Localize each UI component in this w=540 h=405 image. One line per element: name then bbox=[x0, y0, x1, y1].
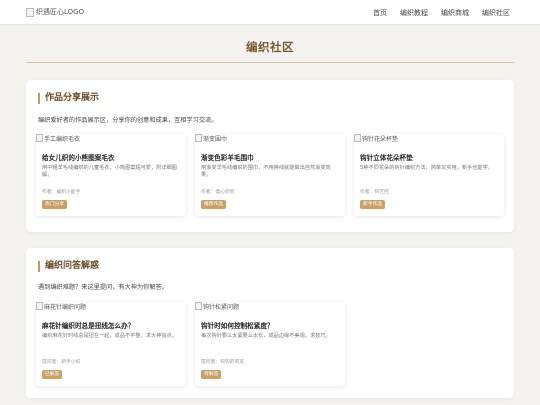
image-alt-text: 麻花针编织问题 bbox=[44, 304, 87, 311]
image-alt-text: 钩针松紧问题 bbox=[203, 304, 240, 311]
card-image: 麻花针编织问题 bbox=[36, 302, 86, 311]
card-title[interactable]: 渐变色彩羊毛围巾 bbox=[201, 152, 254, 162]
card-tag[interactable]: 新手作品 bbox=[360, 200, 386, 209]
site-header: 织遇匠心LOGO 首页 编织教程 编织商城 编织社区 bbox=[0, 0, 540, 25]
work-card[interactable]: 钩针花朵杯垫 钩针立体花朵杯垫 5种不同花朵的钩针编织方法，简单又实用，新手也能… bbox=[354, 134, 504, 216]
card-description: 编织麻花针时线总是扭在一起，成品不平整，求大神指点。 bbox=[42, 333, 177, 339]
card-description: 用渐变羊毛线编织的围巾，不用换线就能做出自然渐变效果。 bbox=[201, 165, 331, 179]
card-author: 作者：慢心织织 bbox=[201, 190, 235, 195]
page-hero: 编织社区 bbox=[0, 25, 540, 67]
work-card[interactable]: 手工编织毛衣 给女儿织的小熊图案毛衣 用中粗羊毛线编织的儿童毛衣，小熊图案超可爱… bbox=[36, 134, 186, 216]
card-tag[interactable]: 推荐作品 bbox=[201, 200, 227, 209]
nav-shop[interactable]: 编织商城 bbox=[441, 8, 469, 18]
card-description: 每次钩针要么太紧要么太松，成品边缘不美观，求技巧。 bbox=[201, 333, 331, 339]
card-title[interactable]: 给女儿织的小熊图案毛衣 bbox=[42, 152, 115, 162]
image-alt-text: 钩针花朵杯垫 bbox=[362, 136, 399, 143]
question-card[interactable]: 麻花针编织问题 麻花针编织时总是扭线怎么办？ 编织麻花针时线总是扭在一起，成品不… bbox=[36, 302, 186, 386]
card-image: 钩针松紧问题 bbox=[195, 302, 239, 311]
card-author: 作者：编织小能手 bbox=[42, 190, 81, 195]
work-card[interactable]: 渐变围巾 渐变色彩羊毛围巾 用渐变羊毛线编织的围巾，不用换线就能做出自然渐变效果… bbox=[195, 134, 345, 216]
section-description: 遇到编织难题？来这里提问，有大神为你解答。 bbox=[38, 284, 168, 291]
nav-community[interactable]: 编织社区 bbox=[482, 8, 510, 18]
logo-alt-text: 织遇匠心LOGO bbox=[36, 8, 85, 16]
card-title[interactable]: 麻花针编织时总是扭线怎么办？ bbox=[42, 320, 134, 330]
card-description: 5种不同花朵的钩针编织方法，简单又实用，新手也能学。 bbox=[360, 165, 493, 171]
section-title: 作品分享展示 bbox=[38, 93, 99, 104]
nav-home[interactable]: 首页 bbox=[373, 8, 387, 18]
card-tag[interactable]: 热门分享 bbox=[42, 200, 68, 209]
card-image: 钩针花朵杯垫 bbox=[354, 134, 398, 143]
broken-image-icon bbox=[36, 302, 43, 310]
section-title: 编织问答解惑 bbox=[38, 261, 99, 272]
nav-tutorials[interactable]: 编织教程 bbox=[400, 8, 428, 18]
section-description: 编织爱好者的作品展示区，分享你的创意和成果，互相学习交流。 bbox=[38, 117, 218, 124]
card-tag[interactable]: 已解答 bbox=[42, 370, 63, 379]
page-title: 编织社区 bbox=[246, 40, 294, 54]
card-title[interactable]: 钩针立体花朵杯垫 bbox=[360, 152, 413, 162]
card-description: 用中粗羊毛线编织的儿童毛衣，小熊图案超可爱，附详细图解。 bbox=[42, 165, 177, 179]
image-alt-text: 手工编织毛衣 bbox=[44, 136, 81, 143]
broken-image-icon bbox=[26, 7, 34, 17]
qa-section: 编织问答解惑 遇到编织难题？来这里提问，有大神为你解答。 麻花针编织问题 麻花针… bbox=[26, 248, 514, 398]
showcase-section: 作品分享展示 编织爱好者的作品展示区，分享你的创意和成果，互相学习交流。 手工编… bbox=[26, 80, 514, 232]
question-card[interactable]: 钩针松紧问题 钩针时如何控制松紧度？ 每次钩针要么太紧要么太松，成品边缘不美观，… bbox=[195, 302, 345, 386]
card-title[interactable]: 钩针时如何控制松紧度？ bbox=[201, 320, 274, 330]
card-author: 作者：钩艺控 bbox=[360, 190, 389, 195]
card-tag[interactable]: 待解答 bbox=[201, 370, 222, 379]
broken-image-icon bbox=[195, 302, 202, 310]
card-image: 手工编织毛衣 bbox=[36, 134, 80, 143]
card-image: 渐变围巾 bbox=[195, 134, 227, 143]
title-divider bbox=[26, 62, 514, 63]
broken-image-icon bbox=[195, 134, 202, 142]
logo[interactable]: 织遇匠心LOGO bbox=[26, 7, 84, 17]
broken-image-icon bbox=[354, 134, 361, 142]
broken-image-icon bbox=[36, 134, 43, 142]
main-nav: 首页 编织教程 编织商城 编织社区 bbox=[373, 8, 510, 18]
card-author: 提问者：新手小织 bbox=[42, 360, 81, 365]
card-author: 提问者：钩钩的阿友 bbox=[201, 360, 245, 365]
image-alt-text: 渐变围巾 bbox=[203, 136, 228, 143]
